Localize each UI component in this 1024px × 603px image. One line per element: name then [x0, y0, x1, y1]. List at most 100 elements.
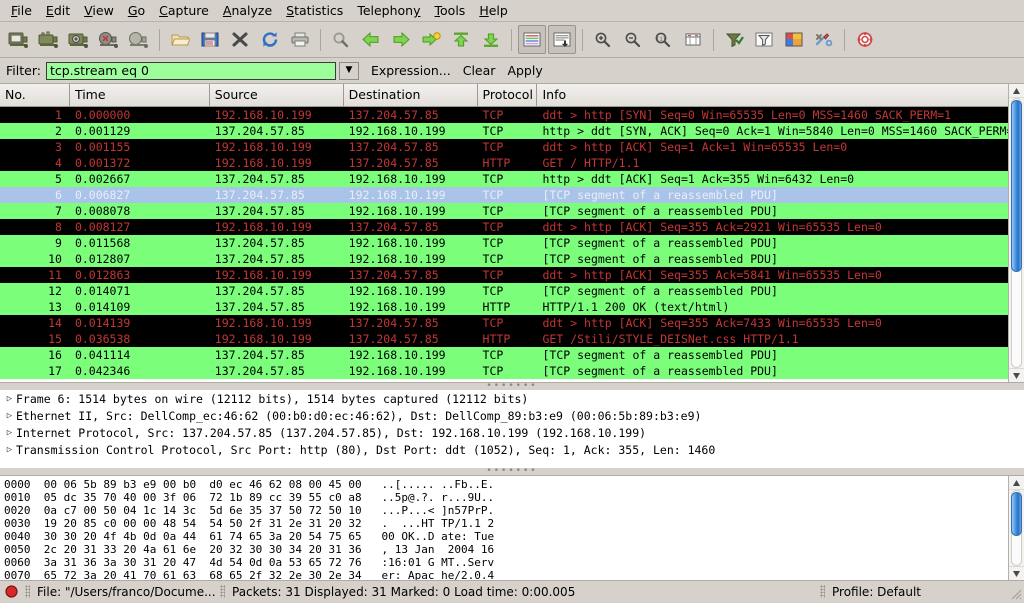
menu-item-view[interactable]: View: [77, 1, 121, 20]
packet-row[interactable]: 1 0.000000 192.168.10.199 137.204.57.85 TCP d…: [0, 107, 1008, 123]
detail-tree-item[interactable]: ▷ Frame 6: 1514 bytes on wire (12112 bits…: [0, 391, 1024, 408]
packet-row[interactable]: 6 0.006827 137.204.57.85 192.168.10.199 TCP […: [0, 187, 1008, 203]
print-icon[interactable]: [286, 25, 314, 54]
go-first-packet-icon[interactable]: [447, 25, 475, 54]
status-profile-text[interactable]: Profile: Default: [828, 585, 1006, 599]
detail-tree-item[interactable]: ▷ Ethernet II, Src: DellComp_ec:46:62 (00…: [0, 408, 1024, 425]
resize-columns-icon[interactable]: [679, 25, 707, 54]
open-file-icon[interactable]: [166, 25, 194, 54]
filter-dropdown-button[interactable]: ▼: [338, 61, 359, 80]
packet-row[interactable]: 16 0.041114 137.204.57.85 192.168.10.199 TCP…: [0, 347, 1008, 363]
go-back-icon[interactable]: [357, 25, 385, 54]
menu-item-file[interactable]: File: [4, 1, 39, 20]
go-forward-icon[interactable]: [387, 25, 415, 54]
scroll-up-icon[interactable]: [1009, 84, 1024, 98]
preferences-icon[interactable]: [810, 25, 838, 54]
scrollbar-thumb[interactable]: [1011, 492, 1022, 536]
zoom-in-icon[interactable]: [589, 25, 617, 54]
detail-tree-item[interactable]: ▷ Internet Protocol, Src: 137.204.57.85 (…: [0, 425, 1024, 442]
reload-icon[interactable]: [256, 25, 284, 54]
scrollbar-thumb[interactable]: [1011, 100, 1022, 272]
pane-splitter-bottom[interactable]: •••••••: [0, 467, 1024, 476]
close-file-icon[interactable]: [226, 25, 254, 54]
packet-row[interactable]: 3 0.001155 192.168.10.199 137.204.57.85 TCP d…: [0, 139, 1008, 155]
capture-status-indicator[interactable]: [0, 585, 22, 598]
packet-cell-info: ddt > http [SYN] Seq=0 Win=65535 Len=0 M…: [542, 108, 952, 122]
scroll-down-icon[interactable]: [1009, 566, 1024, 580]
scroll-down-icon[interactable]: [1009, 368, 1024, 382]
colorize-icon[interactable]: [518, 25, 546, 54]
scroll-up-icon[interactable]: [1009, 476, 1024, 490]
auto-scroll-icon[interactable]: [548, 25, 576, 54]
window-resize-grip[interactable]: [1006, 584, 1022, 600]
hex-ascii-right: ate: Tue: [441, 530, 495, 543]
stop-capture-icon[interactable]: [95, 25, 123, 54]
packet-row[interactable]: 7 0.008078 137.204.57.85 192.168.10.199 TCP […: [0, 203, 1008, 219]
menu-item-telephony[interactable]: Telephony: [350, 1, 427, 20]
packet-row[interactable]: 14 0.014139 192.168.10.199 137.204.57.85 TCP…: [0, 315, 1008, 331]
zoom-out-icon[interactable]: [619, 25, 647, 54]
menu-item-analyze[interactable]: Analyze: [216, 1, 279, 20]
packet-row[interactable]: 12 0.014071 137.204.57.85 192.168.10.199 TCP…: [0, 283, 1008, 299]
apply-filter-button[interactable]: Apply: [507, 63, 542, 78]
menu-item-tools[interactable]: Tools: [428, 1, 473, 20]
interfaces-icon[interactable]: [5, 25, 33, 54]
hex-bytes-left: 19 20 85 c0 00 00 48 54: [43, 517, 197, 530]
packet-cell-time: 0.012863: [74, 268, 131, 282]
menu-item-edit[interactable]: Edit: [39, 1, 77, 20]
zoom-100-icon[interactable]: (1): [649, 25, 677, 54]
chevron-right-icon[interactable]: ▷: [3, 425, 16, 442]
start-capture-icon[interactable]: [65, 25, 93, 54]
packet-list-header: No. Time Source Destination Protocol Info: [0, 84, 1008, 107]
packet-row[interactable]: 9 0.011568 137.204.57.85 192.168.10.199 TCP […: [0, 235, 1008, 251]
find-packet-icon[interactable]: [327, 25, 355, 54]
toolbar-separator: [582, 28, 583, 51]
column-header-destination[interactable]: Destination: [343, 84, 478, 106]
packet-row[interactable]: 15 0.036538 192.168.10.199 137.204.57.85 HTT…: [0, 331, 1008, 347]
pane-splitter-top[interactable]: •••••••: [0, 382, 1024, 391]
packet-row[interactable]: 11 0.012863 192.168.10.199 137.204.57.85 TCP…: [0, 267, 1008, 283]
column-header-info[interactable]: Info: [537, 84, 1008, 106]
expression-button[interactable]: Expression...: [371, 63, 451, 78]
packet-cell-dst: 192.168.10.199: [348, 124, 446, 138]
menu-item-statistics[interactable]: Statistics: [279, 1, 350, 20]
display-filters-icon[interactable]: [750, 25, 778, 54]
packet-cell-info: ddt > http [ACK] Seq=355 Ack=5841 Win=65…: [542, 268, 882, 282]
packet-row[interactable]: 13 0.014109 137.204.57.85 192.168.10.199 HTT…: [0, 299, 1008, 315]
packet-row[interactable]: 5 0.002667 137.204.57.85 192.168.10.199 TCP h…: [0, 171, 1008, 187]
packet-row[interactable]: 10 0.012807 137.204.57.85 192.168.10.199 TCP…: [0, 251, 1008, 267]
packet-row[interactable]: 8 0.008127 192.168.10.199 137.204.57.85 TCP d…: [0, 219, 1008, 235]
packet-cell-no: 6: [55, 188, 62, 202]
menu-item-help[interactable]: Help: [472, 1, 515, 20]
capture-filters-icon[interactable]: [720, 25, 748, 54]
hex-bytes-left: 3a 31 36 3a 30 31 20 47: [43, 556, 197, 569]
restart-capture-icon[interactable]: [125, 25, 153, 54]
packet-list-scrollbar[interactable]: [1008, 84, 1024, 382]
menu-item-go[interactable]: Go: [121, 1, 152, 20]
chevron-right-icon[interactable]: ▷: [3, 442, 16, 459]
hex-ascii-right: 2004 16: [441, 543, 495, 556]
packet-cell-proto: TCP: [482, 124, 504, 138]
clear-filter-button[interactable]: Clear: [463, 63, 496, 78]
menu-item-capture[interactable]: Capture: [152, 1, 216, 20]
column-header-time[interactable]: Time: [69, 84, 210, 106]
chevron-right-icon[interactable]: ▷: [3, 408, 16, 425]
detail-tree-item[interactable]: ▷ Transmission Control Protocol, Src Port…: [0, 442, 1024, 459]
filter-input[interactable]: [45, 61, 336, 80]
go-last-packet-icon[interactable]: [477, 25, 505, 54]
chevron-right-icon[interactable]: ▷: [3, 391, 16, 408]
hex-dump-scrollbar[interactable]: [1008, 476, 1024, 580]
column-header-protocol[interactable]: Protocol: [477, 84, 538, 106]
packet-cell-no: 14: [48, 316, 62, 330]
column-header-no[interactable]: No.: [0, 84, 70, 106]
hex-bytes-right: 5d 6e 35 37 50 72 50 10: [209, 504, 362, 517]
go-to-packet-icon[interactable]: [417, 25, 445, 54]
packet-row[interactable]: 4 0.001372 192.168.10.199 137.204.57.85 HTTP…: [0, 155, 1008, 171]
packet-row[interactable]: 17 0.042346 137.204.57.85 192.168.10.199 TCP…: [0, 363, 1008, 379]
coloring-rules-icon[interactable]: [780, 25, 808, 54]
help-contents-icon[interactable]: [851, 25, 879, 54]
packet-row[interactable]: 2 0.001129 137.204.57.85 192.168.10.199 TCP h…: [0, 123, 1008, 139]
save-file-icon[interactable]: [196, 25, 224, 54]
capture-options-icon[interactable]: [35, 25, 63, 54]
column-header-source[interactable]: Source: [209, 84, 344, 106]
